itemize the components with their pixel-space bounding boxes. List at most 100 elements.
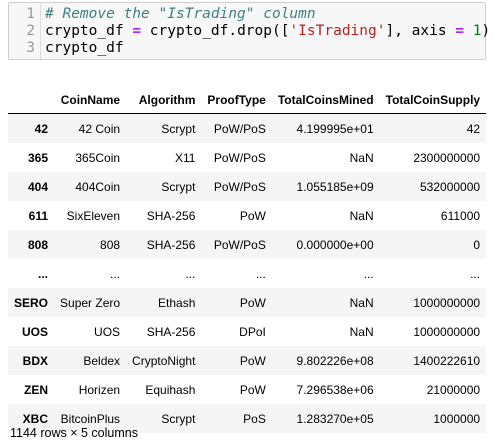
table-cell: 404Coin (75, 179, 121, 194)
row-index: 42 (34, 121, 49, 136)
table-cell: PoW/PoS (213, 179, 266, 194)
code-token: 1 (472, 23, 482, 39)
code-token: crypto_df (45, 23, 133, 39)
code-token: # Remove the "IsTrading" column (45, 6, 316, 22)
table-cell: NaN (349, 208, 374, 223)
table-cell: PoW/PoS (213, 150, 266, 165)
table-cell: ... (271, 259, 380, 288)
code-text: crypto_df = crypto_df.drop(['IsTrading']… (45, 23, 490, 40)
line-number: 1 (26, 6, 35, 22)
column-header: ProofType (201, 87, 272, 114)
table-cell: 0 (473, 237, 481, 252)
table-cell: PoW (239, 353, 266, 368)
table-cell: Scrypt (161, 179, 196, 194)
column-header: CoinName (54, 87, 127, 114)
table-cell: 1.055185e+09 (296, 179, 374, 194)
table-cell: 808 (100, 237, 121, 252)
table-row: UOS UOS SHA-256 DPoI NaN 1000000000 (8, 317, 486, 346)
table-cell: CryptoNight (132, 353, 196, 368)
table-cell: ... (201, 259, 272, 288)
code-text: crypto_df (45, 40, 124, 57)
table-cell: PoW/PoS (213, 121, 266, 136)
table-cell: 2300000000 (413, 150, 481, 165)
code-line[interactable]: 2 crypto_df = crypto_df.drop(['IsTrading'… (9, 23, 490, 40)
table-row: SERO Super Zero Ethash PoW NaN 1000000000 (8, 288, 487, 317)
table-cell: 1.283270e+05 (296, 411, 374, 426)
table-cell: 4.199995e+01 (296, 121, 374, 136)
table-cell: 1000000000 (413, 324, 481, 339)
row-index: ... (8, 259, 55, 288)
table-cell: SHA-256 (146, 237, 196, 252)
index-header (8, 87, 55, 114)
table-cell: Super Zero (60, 295, 121, 310)
table-cell: ... (126, 259, 202, 288)
code-token: = (455, 23, 465, 39)
table-cell: Scrypt (161, 121, 196, 136)
dataframe-table: CoinName Algorithm ProofType TotalCoinsMine… (8, 87, 487, 433)
code-cell[interactable]: 1 # Remove the "IsTrading" column 2 crypto_… (8, 2, 490, 60)
table-cell: PoW (239, 208, 266, 223)
table-row: 365 365Coin X11 PoW/PoS NaN 2300000000 (8, 143, 486, 172)
line-number: 3 (26, 40, 35, 56)
dataframe-shape-label: 1144 rows × 5 columns (10, 426, 138, 440)
table-cell: 9.802226e+08 (296, 353, 374, 368)
table-row: 611 SixEleven SHA-256 PoW NaN 611000 (8, 201, 486, 230)
table-cell: 42 (466, 121, 481, 136)
table-cell: Horizen (78, 382, 121, 397)
column-header: TotalCoinSupply (379, 87, 487, 114)
table-cell: 611000 (440, 208, 481, 223)
table-cell: SixEleven (66, 208, 121, 223)
row-index: 611 (28, 208, 49, 223)
code-line[interactable]: 1 # Remove the "IsTrading" column (9, 6, 485, 23)
table-cell: 1000000 (433, 411, 481, 426)
code-line[interactable]: 3 crypto_df (9, 40, 485, 57)
column-header: Algorithm (126, 87, 202, 114)
code-token: ) (481, 23, 491, 39)
table-cell: Equihash (145, 382, 196, 397)
table-cell: SHA-256 (146, 324, 196, 339)
table-cell: 42 Coin (78, 121, 121, 136)
table-cell: PoS (243, 411, 266, 426)
code-token: ], axis (385, 23, 456, 39)
row-index: 808 (27, 237, 49, 252)
table-cell: 7.296538e+06 (296, 382, 374, 397)
table-row: 42 42 Coin Scrypt PoW/PoS 4.199995e+01 42 (8, 113, 487, 143)
table-cell: DPoI (239, 324, 266, 339)
table-cell: 532000000 (420, 179, 481, 194)
row-index: ZEN (24, 382, 49, 397)
table-cell: X11 (174, 150, 196, 165)
table-header-row: CoinName Algorithm ProofType TotalCoinsMine… (8, 87, 487, 114)
table-cell: SHA-256 (146, 208, 196, 223)
table-cell: PoW (239, 382, 266, 397)
table-cell: Ethash (158, 295, 196, 310)
table-cell: NaN (349, 150, 374, 165)
table-row: 404 404Coin Scrypt PoW/PoS 1.055185e+09 53200… (8, 172, 487, 201)
table-cell: 0.000000e+00 (296, 237, 374, 252)
table-cell: NaN (349, 324, 374, 339)
row-index: SERO (14, 295, 49, 310)
code-token: crypto_df.drop([ (141, 23, 290, 39)
row-index: BDX (22, 353, 49, 368)
table-row: .................. (8, 259, 487, 288)
table-cell: 1000000000 (413, 295, 481, 310)
table-cell: PoW/PoS (213, 237, 266, 252)
code-text: # Remove the "IsTrading" column (45, 6, 316, 23)
code-token: = (132, 23, 142, 39)
row-index: 404 (27, 179, 49, 194)
table-row: ZEN Horizen Equihash PoW 7.296538e+06 2100000… (8, 375, 486, 404)
table-cell: PoW (239, 295, 266, 310)
code-token: 'IsTrading' (289, 23, 386, 39)
table-cell: ... (54, 259, 127, 288)
column-header: TotalCoinsMined (271, 87, 380, 114)
table-row: 808 808 SHA-256 PoW/PoS 0.000000e+00 0 (8, 230, 487, 259)
table-cell: 1400222610 (413, 353, 481, 368)
table-cell: 21000000 (426, 382, 481, 397)
table-cell: ... (379, 259, 487, 288)
table-cell: NaN (349, 295, 374, 310)
table-cell: UOS (94, 324, 121, 339)
row-index: 365 (27, 150, 49, 165)
row-index: UOS (22, 324, 49, 339)
code-token: crypto_df (45, 40, 124, 56)
table-cell: Beldex (83, 353, 121, 368)
